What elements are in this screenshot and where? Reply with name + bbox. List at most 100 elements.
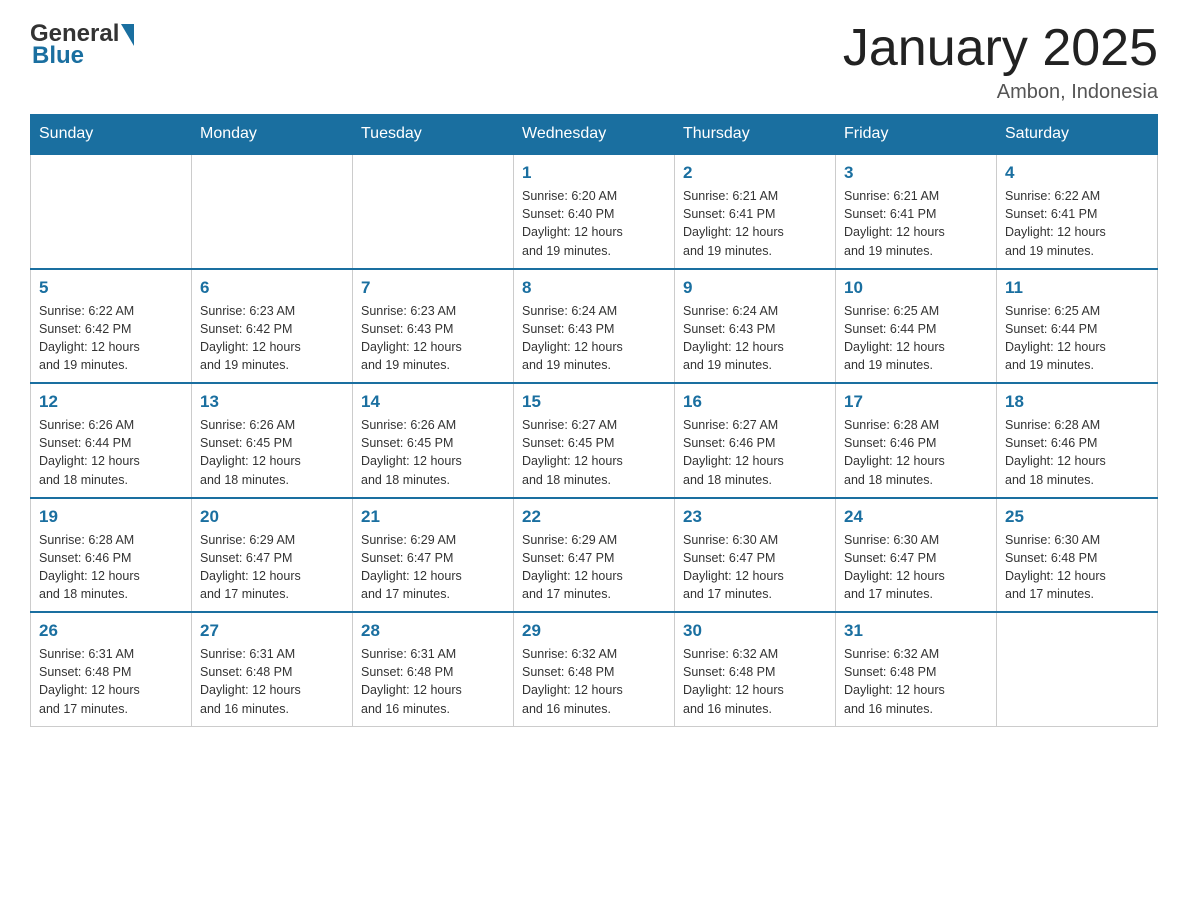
calendar-cell: 25 Sunrise: 6:30 AMSunset: 6:48 PMDayligh… <box>997 498 1158 613</box>
day-info: Sunrise: 6:25 AMSunset: 6:44 PMDaylight:… <box>844 302 988 375</box>
calendar-cell: 1Sunrise: 6:20 AMSunset: 6:40 PMDaylight… <box>514 154 675 269</box>
title-section: January 2025 Ambon, Indonesia <box>843 20 1158 104</box>
day-number: 25 <box>1005 507 1149 527</box>
calendar-cell: 3 Sunrise: 6:21 AMSunset: 6:41 PMDaylight… <box>836 154 997 269</box>
day-number: 11 <box>1005 278 1149 298</box>
day-number: 13 <box>200 392 344 412</box>
day-number: 8 <box>522 278 666 298</box>
day-info: Sunrise: 6:32 AMSunset: 6:48 PMDaylight:… <box>522 645 666 718</box>
day-info: Sunrise: 6:24 AMSunset: 6:43 PMDaylight:… <box>522 302 666 375</box>
calendar-cell: 14 Sunrise: 6:26 AMSunset: 6:45 PMDayligh… <box>353 383 514 498</box>
header-friday: Friday <box>836 115 997 155</box>
calendar-cell: 5Sunrise: 6:22 AMSunset: 6:42 PMDaylight… <box>31 269 192 384</box>
day-info: Sunrise: 6:21 AMSunset: 6:41 PMDaylight:… <box>683 187 827 260</box>
calendar-week-3: 12 Sunrise: 6:26 AMSunset: 6:44 PMDayligh… <box>31 383 1158 498</box>
day-number: 12 <box>39 392 183 412</box>
day-number: 27 <box>200 621 344 641</box>
header-sunday: Sunday <box>31 115 192 155</box>
calendar-header-row: SundayMondayTuesdayWednesdayThursdayFrid… <box>31 115 1158 155</box>
day-info: Sunrise: 6:25 AMSunset: 6:44 PMDaylight:… <box>1005 302 1149 375</box>
day-info: Sunrise: 6:24 AMSunset: 6:43 PMDaylight:… <box>683 302 827 375</box>
calendar-cell: 18 Sunrise: 6:28 AMSunset: 6:46 PMDayligh… <box>997 383 1158 498</box>
calendar-cell: 20 Sunrise: 6:29 AMSunset: 6:47 PMDayligh… <box>192 498 353 613</box>
day-number: 19 <box>39 507 183 527</box>
calendar-cell: 29 Sunrise: 6:32 AMSunset: 6:48 PMDayligh… <box>514 612 675 726</box>
header-tuesday: Tuesday <box>353 115 514 155</box>
calendar-cell: 7 Sunrise: 6:23 AMSunset: 6:43 PMDaylight… <box>353 269 514 384</box>
day-info: Sunrise: 6:32 AMSunset: 6:48 PMDaylight:… <box>683 645 827 718</box>
day-info: Sunrise: 6:29 AMSunset: 6:47 PMDaylight:… <box>361 531 505 604</box>
header-thursday: Thursday <box>675 115 836 155</box>
day-info: Sunrise: 6:29 AMSunset: 6:47 PMDaylight:… <box>522 531 666 604</box>
calendar-cell: 21 Sunrise: 6:29 AMSunset: 6:47 PMDayligh… <box>353 498 514 613</box>
calendar-cell: 31 Sunrise: 6:32 AMSunset: 6:48 PMDayligh… <box>836 612 997 726</box>
day-info: Sunrise: 6:23 AMSunset: 6:42 PMDaylight:… <box>200 302 344 375</box>
calendar-cell: 12 Sunrise: 6:26 AMSunset: 6:44 PMDayligh… <box>31 383 192 498</box>
day-info: Sunrise: 6:21 AMSunset: 6:41 PMDaylight:… <box>844 187 988 260</box>
day-number: 26 <box>39 621 183 641</box>
calendar-cell: 10Sunrise: 6:25 AMSunset: 6:44 PMDayligh… <box>836 269 997 384</box>
day-number: 24 <box>844 507 988 527</box>
day-number: 21 <box>361 507 505 527</box>
calendar-cell: 15 Sunrise: 6:27 AMSunset: 6:45 PMDayligh… <box>514 383 675 498</box>
calendar-cell: 23 Sunrise: 6:30 AMSunset: 6:47 PMDayligh… <box>675 498 836 613</box>
calendar-cell: 9 Sunrise: 6:24 AMSunset: 6:43 PMDaylight… <box>675 269 836 384</box>
calendar-week-5: 26 Sunrise: 6:31 AMSunset: 6:48 PMDayligh… <box>31 612 1158 726</box>
day-info: Sunrise: 6:31 AMSunset: 6:48 PMDaylight:… <box>200 645 344 718</box>
calendar-cell: 8 Sunrise: 6:24 AMSunset: 6:43 PMDaylight… <box>514 269 675 384</box>
day-info: Sunrise: 6:30 AMSunset: 6:47 PMDaylight:… <box>683 531 827 604</box>
day-number: 14 <box>361 392 505 412</box>
day-number: 7 <box>361 278 505 298</box>
day-number: 9 <box>683 278 827 298</box>
day-number: 4 <box>1005 163 1149 183</box>
day-number: 22 <box>522 507 666 527</box>
calendar-week-4: 19 Sunrise: 6:28 AMSunset: 6:46 PMDayligh… <box>31 498 1158 613</box>
calendar-cell: 17 Sunrise: 6:28 AMSunset: 6:46 PMDayligh… <box>836 383 997 498</box>
calendar-week-2: 5Sunrise: 6:22 AMSunset: 6:42 PMDaylight… <box>31 269 1158 384</box>
day-number: 2 <box>683 163 827 183</box>
day-info: Sunrise: 6:30 AMSunset: 6:48 PMDaylight:… <box>1005 531 1149 604</box>
calendar-cell: 4Sunrise: 6:22 AMSunset: 6:41 PMDaylight… <box>997 154 1158 269</box>
day-number: 15 <box>522 392 666 412</box>
calendar-cell: 26Sunrise: 6:31 AMSunset: 6:48 PMDayligh… <box>31 612 192 726</box>
day-number: 28 <box>361 621 505 641</box>
logo-blue: Blue <box>32 42 134 70</box>
day-info: Sunrise: 6:29 AMSunset: 6:47 PMDaylight:… <box>200 531 344 604</box>
day-info: Sunrise: 6:28 AMSunset: 6:46 PMDaylight:… <box>844 416 988 489</box>
day-number: 20 <box>200 507 344 527</box>
calendar-cell <box>31 154 192 269</box>
day-info: Sunrise: 6:28 AMSunset: 6:46 PMDaylight:… <box>39 531 183 604</box>
day-number: 31 <box>844 621 988 641</box>
day-number: 18 <box>1005 392 1149 412</box>
day-number: 16 <box>683 392 827 412</box>
calendar-cell <box>192 154 353 269</box>
day-info: Sunrise: 6:31 AMSunset: 6:48 PMDaylight:… <box>361 645 505 718</box>
calendar-cell: 2 Sunrise: 6:21 AMSunset: 6:41 PMDaylight… <box>675 154 836 269</box>
calendar-cell <box>997 612 1158 726</box>
calendar-cell: 16Sunrise: 6:27 AMSunset: 6:46 PMDayligh… <box>675 383 836 498</box>
header-monday: Monday <box>192 115 353 155</box>
calendar-cell: 27 Sunrise: 6:31 AMSunset: 6:48 PMDayligh… <box>192 612 353 726</box>
day-number: 17 <box>844 392 988 412</box>
calendar-cell: 6 Sunrise: 6:23 AMSunset: 6:42 PMDaylight… <box>192 269 353 384</box>
day-info: Sunrise: 6:27 AMSunset: 6:45 PMDaylight:… <box>522 416 666 489</box>
day-info: Sunrise: 6:26 AMSunset: 6:45 PMDaylight:… <box>361 416 505 489</box>
day-info: Sunrise: 6:23 AMSunset: 6:43 PMDaylight:… <box>361 302 505 375</box>
calendar-cell: 13Sunrise: 6:26 AMSunset: 6:45 PMDayligh… <box>192 383 353 498</box>
logo: General Blue <box>30 20 134 70</box>
day-info: Sunrise: 6:28 AMSunset: 6:46 PMDaylight:… <box>1005 416 1149 489</box>
location: Ambon, Indonesia <box>843 81 1158 104</box>
day-number: 3 <box>844 163 988 183</box>
header-wednesday: Wednesday <box>514 115 675 155</box>
day-number: 23 <box>683 507 827 527</box>
day-number: 29 <box>522 621 666 641</box>
day-info: Sunrise: 6:32 AMSunset: 6:48 PMDaylight:… <box>844 645 988 718</box>
calendar-cell: 28 Sunrise: 6:31 AMSunset: 6:48 PMDayligh… <box>353 612 514 726</box>
page-header: General Blue January 2025 Ambon, Indones… <box>30 20 1158 104</box>
calendar-cell <box>353 154 514 269</box>
day-info: Sunrise: 6:26 AMSunset: 6:44 PMDaylight:… <box>39 416 183 489</box>
calendar-cell: 24Sunrise: 6:30 AMSunset: 6:47 PMDayligh… <box>836 498 997 613</box>
day-number: 5 <box>39 278 183 298</box>
calendar-cell: 19 Sunrise: 6:28 AMSunset: 6:46 PMDayligh… <box>31 498 192 613</box>
day-number: 6 <box>200 278 344 298</box>
